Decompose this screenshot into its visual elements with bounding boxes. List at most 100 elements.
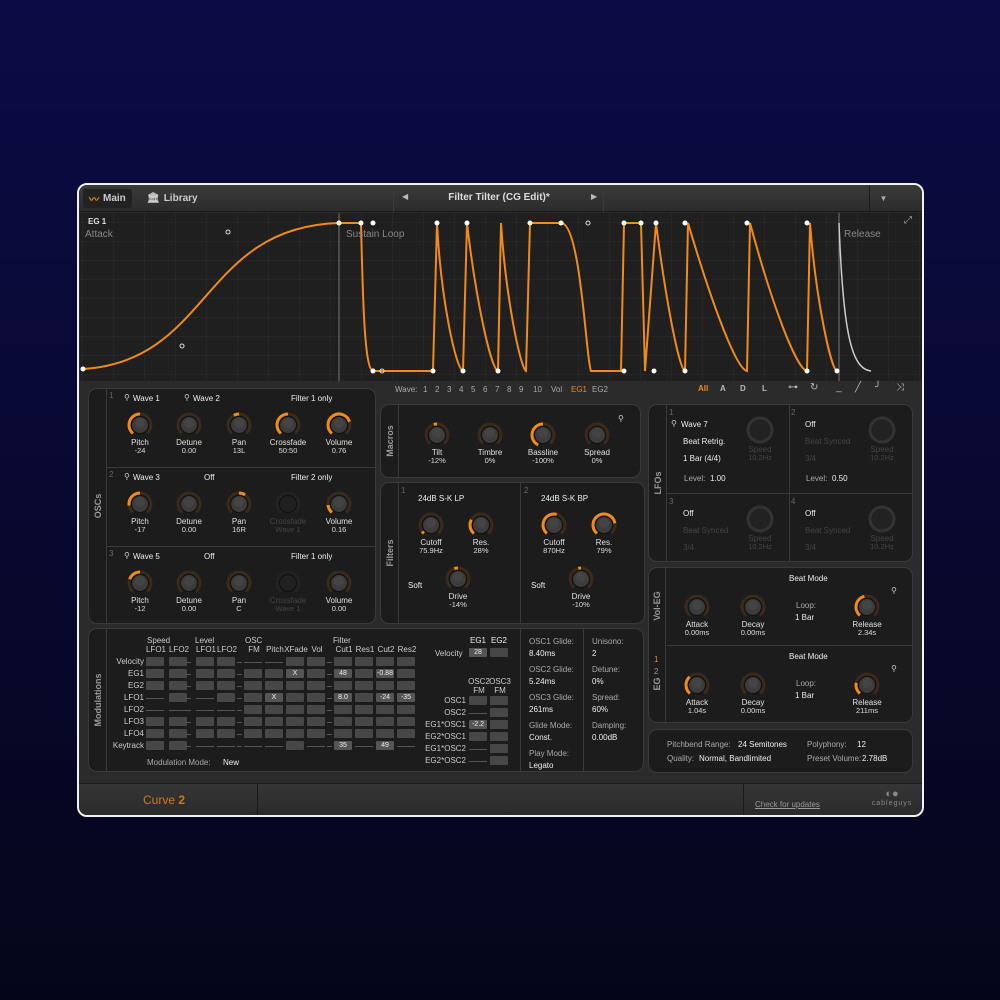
glide-value[interactable]: Const.: [529, 733, 552, 742]
wave-select-9[interactable]: 9: [519, 385, 523, 394]
fm-cell[interactable]: [490, 720, 508, 729]
mod-cell[interactable]: [286, 729, 304, 738]
mod-cell[interactable]: [196, 717, 214, 726]
wave-select-3[interactable]: 3: [447, 385, 451, 394]
macro-knob-timbre[interactable]: Timbre 0%: [460, 422, 520, 465]
wave-select-7[interactable]: 7: [495, 385, 499, 394]
filter-res-knob[interactable]: Res. 28%: [451, 512, 511, 555]
osc-filter-routing[interactable]: Filter 1 only: [291, 552, 332, 561]
osc-knob-volume[interactable]: Volume 0.00: [309, 570, 369, 613]
mod-cell[interactable]: [196, 681, 214, 690]
mod-cell[interactable]: [265, 729, 283, 738]
osc-wave-b[interactable]: Off: [204, 473, 215, 482]
tab-library[interactable]: 🏛 Library: [141, 189, 204, 208]
fm-cell[interactable]: [490, 744, 508, 753]
fm-cell[interactable]: [469, 696, 487, 705]
mod-cell[interactable]: [286, 705, 304, 714]
mod-cell[interactable]: [355, 729, 373, 738]
eg-select-2[interactable]: 2: [654, 667, 658, 676]
unison-value[interactable]: 60%: [592, 705, 608, 714]
mod-cell[interactable]: [355, 693, 373, 702]
tab-main[interactable]: 〰 Main: [83, 189, 132, 208]
fm-cell[interactable]: [490, 708, 508, 717]
mod-cell[interactable]: [397, 681, 415, 690]
search-icon[interactable]: ⚲: [618, 414, 624, 423]
wave-select-vol[interactable]: Vol: [551, 385, 562, 394]
mod-cell[interactable]: [265, 705, 283, 714]
lfo-speed-knob[interactable]: Speed 10.2Hz: [730, 504, 790, 551]
lfo-level[interactable]: 0.50: [832, 474, 848, 483]
mod-cell[interactable]: [355, 681, 373, 690]
macro-knob-bassline[interactable]: Bassline -100%: [513, 422, 573, 465]
unison-value[interactable]: 0.00dB: [592, 733, 617, 742]
lfo-wave[interactable]: Off: [683, 509, 694, 518]
mod-cell[interactable]: [334, 705, 352, 714]
velocity-cell[interactable]: [490, 648, 508, 657]
mod-cell[interactable]: [196, 657, 214, 666]
mod-cell[interactable]: [334, 717, 352, 726]
link-icon[interactable]: ⊶: [788, 382, 798, 393]
mod-cell[interactable]: [355, 669, 373, 678]
randomize-icon[interactable]: ⤨: [896, 382, 904, 393]
eg-select-1[interactable]: 1: [654, 655, 658, 664]
unison-value[interactable]: 0%: [592, 677, 604, 686]
lfo-level[interactable]: 1.00: [710, 474, 726, 483]
mod-cell[interactable]: [244, 669, 262, 678]
beat-mode[interactable]: Beat Mode: [789, 574, 828, 583]
mod-cell[interactable]: [376, 717, 394, 726]
osc-filter-routing[interactable]: Filter 2 only: [291, 473, 332, 482]
mod-cell[interactable]: [217, 681, 235, 690]
mod-cell[interactable]: [265, 669, 283, 678]
osc-filter-routing[interactable]: Filter 1 only: [291, 394, 332, 403]
curve-up-icon[interactable]: ╯: [875, 382, 881, 393]
mod-cell[interactable]: [307, 705, 325, 714]
mod-cell[interactable]: [146, 741, 164, 750]
loop-value[interactable]: 1 Bar: [795, 691, 814, 700]
fm-cell[interactable]: -2.2: [469, 720, 487, 729]
glide-value[interactable]: 5.24ms: [529, 677, 555, 686]
quality-value[interactable]: Normal, Bandlimited: [699, 754, 771, 763]
wave-select-6[interactable]: 6: [483, 385, 487, 394]
mod-cell[interactable]: [334, 681, 352, 690]
glide-value[interactable]: 261ms: [529, 705, 553, 714]
mod-cell[interactable]: [196, 729, 214, 738]
eg-decay-knob[interactable]: Decay 0.00ms: [723, 672, 783, 715]
osc-wave-a[interactable]: Wave 1: [133, 394, 160, 403]
osc-knob-volume[interactable]: Volume 0.76: [309, 412, 369, 455]
lfo-speed-knob[interactable]: Speed 10.2Hz: [852, 415, 912, 462]
lfo-wave[interactable]: Off: [805, 420, 816, 429]
mod-cell[interactable]: [196, 669, 214, 678]
mod-cell[interactable]: [286, 681, 304, 690]
point-filter-all[interactable]: All: [698, 384, 708, 393]
fm-cell[interactable]: [490, 756, 508, 765]
expand-icon[interactable]: ⤢: [904, 215, 912, 226]
mod-cell[interactable]: [355, 705, 373, 714]
mod-cell[interactable]: 35: [334, 741, 352, 750]
mod-cell[interactable]: 8.0: [334, 693, 352, 702]
unison-value[interactable]: 2: [592, 649, 596, 658]
mod-cell[interactable]: [244, 717, 262, 726]
mod-cell[interactable]: [169, 657, 187, 666]
mod-cell[interactable]: [217, 693, 235, 702]
pitchbend-value[interactable]: 24 Semitones: [738, 740, 787, 749]
osc-wave-b[interactable]: Off: [204, 552, 215, 561]
mod-cell[interactable]: X: [286, 669, 304, 678]
velocity-cell[interactable]: 28: [469, 648, 487, 657]
filter-drive-knob[interactable]: Drive -10%: [551, 566, 611, 609]
mod-cell[interactable]: [169, 681, 187, 690]
fm-cell[interactable]: [469, 732, 487, 741]
point-filter-d[interactable]: D: [740, 384, 746, 393]
mod-cell[interactable]: [376, 729, 394, 738]
osc-wave-b[interactable]: Wave 2: [193, 394, 220, 403]
wave-select-eg1[interactable]: EG1: [571, 385, 587, 394]
mod-cell[interactable]: [217, 729, 235, 738]
wave-select-eg2[interactable]: EG2: [592, 385, 608, 394]
mod-cell[interactable]: [146, 729, 164, 738]
mod-cell[interactable]: 49: [376, 741, 394, 750]
mod-cell[interactable]: [286, 717, 304, 726]
mod-cell[interactable]: [244, 705, 262, 714]
mod-cell[interactable]: [307, 717, 325, 726]
osc-knob-volume[interactable]: Volume 0.16: [309, 491, 369, 534]
lfo-wave[interactable]: Off: [805, 509, 816, 518]
mod-cell[interactable]: [286, 741, 304, 750]
